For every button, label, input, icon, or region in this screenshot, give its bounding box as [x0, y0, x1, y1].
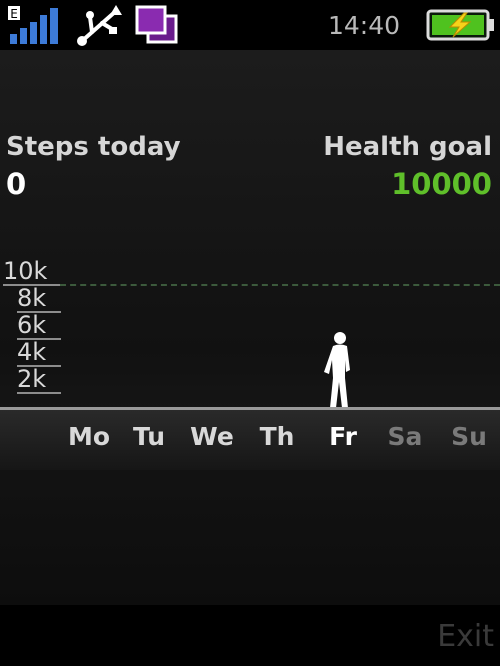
day-label-mo: Mo — [67, 422, 111, 451]
health-goal-label: Health goal — [323, 132, 492, 162]
signal-badge: E — [10, 7, 18, 21]
softkey-bar: Exit — [0, 605, 500, 666]
day-label-th: Th — [259, 422, 295, 451]
day-label-su: Su — [451, 422, 487, 451]
day-label-fr: Fr — [329, 422, 357, 451]
usb-icon — [77, 5, 122, 46]
steps-today-label: Steps today — [6, 132, 181, 162]
health-goal-value: 10000 — [391, 167, 492, 201]
battery-charging-icon — [426, 9, 494, 41]
exit-button[interactable]: Exit — [437, 619, 494, 655]
purple-windows-icon — [135, 5, 178, 44]
steps-today-value: 0 — [6, 167, 27, 201]
status-time: 14:40 — [328, 11, 401, 40]
status-bar: E 14:40 — [0, 0, 500, 50]
day-label-we: We — [190, 422, 234, 451]
day-label-sa: Sa — [387, 422, 423, 451]
bar-layer — [0, 250, 500, 410]
day-label-tu: Tu — [132, 422, 166, 451]
signal-bars-icon: E — [8, 6, 58, 44]
